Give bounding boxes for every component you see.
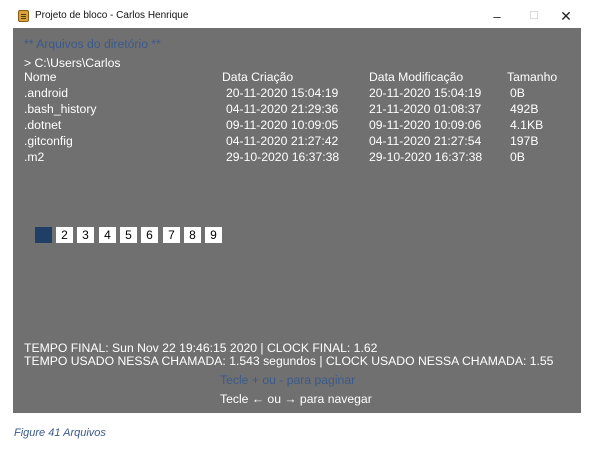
page-button-7[interactable]: 7: [163, 227, 180, 243]
file-created: 20-11-2020 15:04:19: [226, 86, 339, 100]
app-window: Projeto de bloco - Carlos Henrique – ☐ ✕…: [13, 5, 581, 413]
file-modified: 21-11-2020 01:08:37: [369, 102, 482, 116]
page-button-1[interactable]: 1: [35, 227, 52, 243]
column-header-name: Nome: [24, 70, 57, 84]
current-path: > C:\Users\Carlos: [24, 56, 121, 70]
file-name: .m2: [24, 150, 45, 164]
figure-caption: Figure 41 Arquivos: [14, 427, 106, 439]
status-final-time: TEMPO FINAL: Sun Nov 22 19:46:15 2020 | …: [24, 341, 378, 355]
page-button-3[interactable]: 3: [77, 227, 94, 243]
console-area: ** Arquivos do diretório ** > C:\Users\C…: [13, 28, 581, 413]
status-call-time: TEMPO USADO NESSA CHAMADA: 1.543 segundo…: [24, 354, 554, 368]
page-button-8[interactable]: 8: [184, 227, 201, 243]
file-created: 04-11-2020 21:29:36: [226, 102, 339, 116]
page-button-2[interactable]: 2: [56, 227, 73, 243]
title-bar[interactable]: Projeto de bloco - Carlos Henrique – ☐ ✕: [13, 5, 581, 28]
page-button-9[interactable]: 9: [205, 227, 222, 243]
column-header-size: Tamanho: [507, 70, 558, 84]
file-modified: 09-11-2020 10:09:06: [369, 118, 482, 132]
column-header-modified: Data Modificação: [369, 70, 464, 84]
file-name: .android: [24, 86, 69, 100]
file-size: 0B: [510, 86, 525, 100]
column-header-created: Data Criação: [222, 70, 294, 84]
directory-heading: ** Arquivos do diretório **: [24, 37, 161, 51]
window-title: Projeto de bloco - Carlos Henrique: [35, 10, 189, 21]
file-created: 04-11-2020 21:27:42: [226, 134, 339, 148]
file-size: 492B: [510, 102, 539, 116]
file-created: 29-10-2020 16:37:38: [226, 150, 340, 164]
file-size: 4.1KB: [510, 118, 544, 132]
file-modified: 20-11-2020 15:04:19: [369, 86, 482, 100]
file-name: .dotnet: [24, 118, 62, 132]
page-button-5[interactable]: 5: [120, 227, 137, 243]
navigate-hint: Tecle ← ou → para navegar: [220, 392, 372, 406]
maximize-button[interactable]: ☐: [519, 7, 549, 26]
page-button-6[interactable]: 6: [141, 227, 158, 243]
minimize-button[interactable]: –: [482, 7, 512, 26]
file-modified: 04-11-2020 21:27:54: [369, 134, 482, 148]
file-name: .bash_history: [24, 102, 97, 116]
paginate-hint: Tecle + ou - para paginar: [220, 373, 356, 387]
file-size: 0B: [510, 150, 525, 164]
page-button-4[interactable]: 4: [99, 227, 116, 243]
file-name: .gitconfig: [24, 134, 73, 148]
file-created: 09-11-2020 10:09:05: [226, 118, 339, 132]
file-size: 197B: [510, 134, 539, 148]
notepad-icon: [18, 10, 29, 22]
close-button[interactable]: ✕: [551, 7, 581, 26]
file-modified: 29-10-2020 16:37:38: [369, 150, 483, 164]
